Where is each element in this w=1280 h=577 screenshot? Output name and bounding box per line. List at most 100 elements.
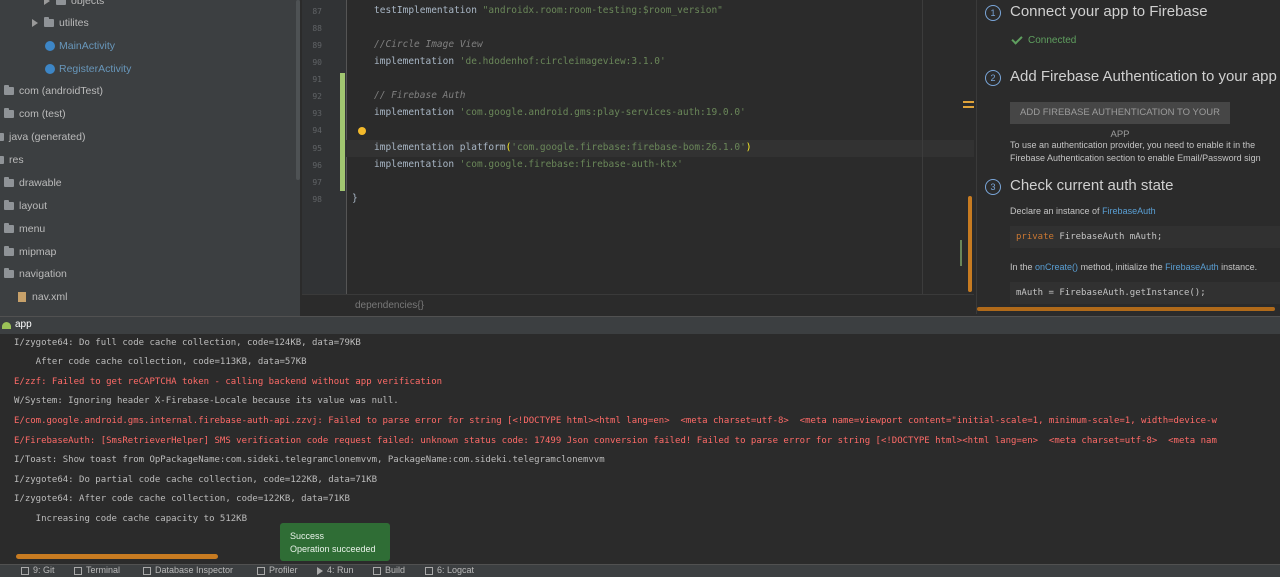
tool-database-inspector[interactable]: Database Inspector — [143, 565, 233, 576]
auth-help-text: To use an authentication provider, you n… — [1010, 140, 1256, 150]
editor-scrollbar[interactable] — [968, 196, 972, 292]
project-tree: objects utilites MainActivity RegisterAc… — [0, 0, 300, 316]
terminal-icon — [74, 566, 82, 575]
line-number: 97 — [312, 178, 322, 187]
tree-item-label: navigation — [19, 268, 67, 280]
tree-item-navigation[interactable]: navigation — [4, 264, 67, 284]
tree-item-java-generated[interactable]: java (generated) — [0, 127, 85, 147]
tool-run[interactable]: 4: Run — [317, 565, 354, 576]
log-line: Increasing code cache capacity to 512KB — [14, 514, 247, 524]
tree-item-utilites[interactable]: utilites — [32, 13, 89, 33]
add-firebase-auth-button[interactable]: ADD FIREBASE AUTHENTICATION TO YOUR APP — [1010, 102, 1230, 140]
step-title: Connect your app to Firebase — [1010, 3, 1208, 20]
console-scrollbar[interactable] — [16, 554, 218, 559]
step-number: 1 — [985, 5, 1001, 21]
folder-icon — [0, 133, 4, 141]
success-toast: Success Operation succeeded — [280, 523, 390, 561]
code-line-95: implementation platform('com.google.fire… — [374, 142, 752, 153]
firebaseauth-link[interactable]: FirebaseAuth — [1102, 206, 1156, 216]
tool-git[interactable]: 9: Git — [21, 565, 55, 576]
folder-icon — [4, 268, 14, 278]
vcs-change-marker[interactable] — [340, 73, 345, 191]
line-number: 91 — [312, 75, 322, 84]
tree-scrollbar[interactable] — [296, 0, 300, 180]
line-number: 88 — [312, 24, 322, 33]
tree-item-mipmap[interactable]: mipmap — [4, 242, 56, 262]
expand-arrow-icon[interactable] — [32, 19, 38, 27]
kotlin-class-icon — [45, 41, 55, 51]
right-margin-guide — [922, 0, 923, 294]
android-icon — [2, 321, 11, 329]
tree-item-label: menu — [19, 223, 46, 235]
log-line: I/zygote64: Do full code cache collectio… — [14, 338, 361, 348]
tool-build[interactable]: Build — [373, 565, 405, 576]
folder-icon — [4, 177, 14, 187]
tree-item-register-activity[interactable]: RegisterActivity — [45, 59, 131, 79]
tree-item-label: layout — [19, 200, 48, 212]
run-icon — [317, 566, 323, 575]
tree-item-label: com (test) — [19, 108, 66, 120]
log-line: W/System: Ignoring header X-Firebase-Loc… — [14, 396, 399, 406]
code-line-92: // Firebase Auth — [374, 90, 466, 101]
code-line-96: implementation 'com.google.firebase:fire… — [374, 159, 683, 170]
auth-help-text: Firebase Authentication section to enabl… — [1010, 153, 1261, 163]
step-number: 2 — [985, 70, 1001, 86]
editor-breadcrumb-bar: dependencies{} — [302, 294, 974, 317]
log-line: After code cache collection, code=113KB,… — [14, 357, 307, 367]
tree-item-drawable[interactable]: drawable — [4, 173, 62, 193]
logcat-icon — [425, 566, 433, 575]
code-line-93: implementation 'com.google.android.gms:p… — [374, 107, 746, 118]
line-number: 87 — [312, 7, 322, 16]
tree-item-layout[interactable]: layout — [4, 196, 47, 216]
code-editor[interactable]: 87 88 89 90 91 92 93 94 95 96 97 98 test… — [302, 0, 974, 294]
tool-terminal[interactable]: Terminal — [74, 565, 120, 576]
declare-text: Declare an instance of FirebaseAuth — [1010, 206, 1156, 216]
folder-icon — [0, 156, 4, 164]
folder-icon — [4, 108, 14, 118]
code-line-87: testImplementation "androidx.room:room-t… — [374, 5, 723, 16]
git-icon — [21, 566, 29, 575]
code-line-98: } — [352, 193, 358, 204]
code-snippet: private FirebaseAuth mAuth; — [1010, 226, 1280, 248]
firebaseauth-link[interactable]: FirebaseAuth — [1165, 262, 1219, 272]
tool-logcat[interactable]: 6: Logcat — [425, 565, 474, 576]
step-number: 3 — [985, 179, 1001, 195]
line-number: 93 — [312, 109, 322, 118]
tree-item-menu[interactable]: menu — [4, 219, 45, 239]
oncreate-link[interactable]: onCreate() — [1035, 262, 1078, 272]
folder-icon — [4, 85, 14, 95]
log-line: I/zygote64: After code cache collection,… — [14, 494, 350, 504]
tree-item-nav-xml[interactable]: nav.xml — [18, 287, 67, 307]
tree-item-label: nav.xml — [32, 291, 68, 303]
tree-item-label: RegisterActivity — [59, 63, 132, 75]
tree-item-label: utilites — [59, 17, 89, 29]
log-line: E/zzf: Failed to get reCAPTCHA token - c… — [14, 377, 443, 387]
run-tab-app[interactable]: app — [0, 316, 32, 334]
database-icon — [143, 566, 151, 575]
line-number: 92 — [312, 92, 322, 101]
tree-item-res[interactable]: res — [0, 150, 24, 170]
code-line-90: implementation 'de.hdodenhof:circleimage… — [374, 56, 666, 67]
code-line-89: //Circle Image View — [374, 39, 483, 50]
assistant-scrollbar[interactable] — [977, 307, 1275, 311]
lightbulb-icon[interactable] — [358, 127, 366, 135]
expand-arrow-icon[interactable] — [44, 0, 50, 5]
code-snippet: mAuth = FirebaseAuth.getInstance(); — [1010, 282, 1280, 304]
step-title: Check current auth state — [1010, 177, 1174, 194]
tree-item-main-activity[interactable]: MainActivity — [45, 36, 115, 56]
tree-item-objects[interactable]: objects — [44, 0, 104, 11]
breadcrumb[interactable]: dependencies{} — [355, 300, 424, 311]
log-line: E/FirebaseAuth: [SmsRetrieverHelper] SMS… — [14, 436, 1217, 446]
tool-profiler[interactable]: Profiler — [257, 565, 298, 576]
line-number: 95 — [312, 144, 322, 153]
tree-item-label: res — [9, 154, 24, 166]
menu-icon[interactable] — [963, 101, 974, 103]
log-line: I/zygote64: Do partial code cache collec… — [14, 475, 378, 485]
tree-item-com-android-test[interactable]: com (androidTest) — [4, 81, 103, 101]
tree-item-com-test[interactable]: com (test) — [4, 104, 66, 124]
run-console[interactable]: I/zygote64: Do full code cache collectio… — [0, 334, 1280, 554]
line-number: 90 — [312, 58, 322, 67]
folder-icon — [56, 0, 66, 5]
log-line: E/com.google.android.gms.internal.fireba… — [14, 416, 1217, 426]
tree-item-label: MainActivity — [59, 40, 116, 52]
